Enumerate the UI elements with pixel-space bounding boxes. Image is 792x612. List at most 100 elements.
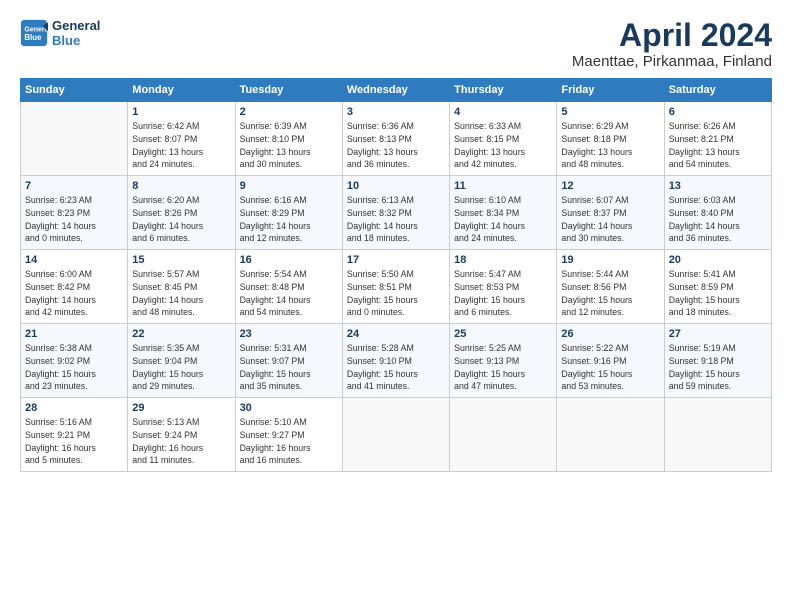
cell-date: 30 [240,402,338,414]
table-row: 26 Sunrise: 5:22 AM Sunset: 9:16 PM Dayli… [557,324,664,398]
table-row: 19 Sunrise: 5:44 AM Sunset: 8:56 PM Dayli… [557,250,664,324]
title-block: April 2024 Maenttae, Pirkanmaa, Finland [572,18,772,70]
cell-info: Sunrise: 6:42 AM Sunset: 8:07 PM Dayligh… [132,120,230,171]
table-row: 11 Sunrise: 6:10 AM Sunset: 8:34 PM Dayli… [450,176,557,250]
cell-date: 9 [240,180,338,192]
calendar-title: April 2024 [572,18,772,53]
cell-info: Sunrise: 5:57 AM Sunset: 8:45 PM Dayligh… [132,268,230,319]
page: General Blue General Blue April 2024 Mae… [0,0,792,612]
cell-date: 28 [25,402,123,414]
cell-date: 13 [669,180,767,192]
table-row: 5Sunrise: 6:29 AM Sunset: 8:18 PM Daylig… [557,102,664,176]
cell-info: Sunrise: 6:07 AM Sunset: 8:37 PM Dayligh… [561,194,659,245]
week-row-2: 7Sunrise: 6:23 AM Sunset: 8:23 PM Daylig… [21,176,772,250]
cell-info: Sunrise: 5:31 AM Sunset: 9:07 PM Dayligh… [240,342,338,393]
cell-info: Sunrise: 5:50 AM Sunset: 8:51 PM Dayligh… [347,268,445,319]
cell-date: 11 [454,180,552,192]
cell-date: 10 [347,180,445,192]
week-row-1: 1 Sunrise: 6:42 AM Sunset: 8:07 PM Daylig… [21,102,772,176]
table-row: 9 Sunrise: 6:16 AM Sunset: 8:29 PM Daylig… [235,176,342,250]
cell-date: 1 [132,106,230,118]
table-row [664,398,771,472]
cell-info: Sunrise: 5:44 AM Sunset: 8:56 PM Dayligh… [561,268,659,319]
table-row: 3 Sunrise: 6:36 AM Sunset: 8:13 PM Daylig… [342,102,449,176]
cell-info: Sunrise: 6:00 AM Sunset: 8:42 PM Dayligh… [25,268,123,319]
cell-info: Sunrise: 6:33 AM Sunset: 8:15 PM Dayligh… [454,120,552,171]
cell-info: Sunrise: 6:39 AM Sunset: 8:10 PM Dayligh… [240,120,338,171]
cell-date: 17 [347,254,445,266]
cell-date: 26 [561,328,659,340]
logo: General Blue General Blue [20,18,100,48]
table-row: 22Sunrise: 5:35 AM Sunset: 9:04 PM Dayli… [128,324,235,398]
table-row: 20 Sunrise: 5:41 AM Sunset: 8:59 PM Dayli… [664,250,771,324]
table-row [557,398,664,472]
cell-info: Sunrise: 6:29 AM Sunset: 8:18 PM Dayligh… [561,120,659,171]
cell-info: Sunrise: 5:16 AM Sunset: 9:21 PM Dayligh… [25,416,123,467]
table-row: 16 Sunrise: 5:54 AM Sunset: 8:48 PM Dayli… [235,250,342,324]
calendar-table: Sunday Monday Tuesday Wednesday Thursday… [20,78,772,472]
cell-date: 16 [240,254,338,266]
cell-date: 20 [669,254,767,266]
table-row: 1 Sunrise: 6:42 AM Sunset: 8:07 PM Daylig… [128,102,235,176]
cell-date: 6 [669,106,767,118]
table-row: 7Sunrise: 6:23 AM Sunset: 8:23 PM Daylig… [21,176,128,250]
cell-date: 24 [347,328,445,340]
cell-info: Sunrise: 5:38 AM Sunset: 9:02 PM Dayligh… [25,342,123,393]
cell-info: Sunrise: 5:13 AM Sunset: 9:24 PM Dayligh… [132,416,230,467]
table-row: 18Sunrise: 5:47 AM Sunset: 8:53 PM Dayli… [450,250,557,324]
header-thursday: Thursday [450,79,557,102]
cell-info: Sunrise: 5:54 AM Sunset: 8:48 PM Dayligh… [240,268,338,319]
cell-info: Sunrise: 6:26 AM Sunset: 8:21 PM Dayligh… [669,120,767,171]
table-row: 21 Sunrise: 5:38 AM Sunset: 9:02 PM Dayli… [21,324,128,398]
cell-info: Sunrise: 5:41 AM Sunset: 8:59 PM Dayligh… [669,268,767,319]
cell-date: 27 [669,328,767,340]
table-row [450,398,557,472]
table-row: 17 Sunrise: 5:50 AM Sunset: 8:51 PM Dayli… [342,250,449,324]
cell-date: 25 [454,328,552,340]
table-row: 30 Sunrise: 5:10 AM Sunset: 9:27 PM Dayli… [235,398,342,472]
table-row: 29 Sunrise: 5:13 AM Sunset: 9:24 PM Dayli… [128,398,235,472]
table-row: 24 Sunrise: 5:28 AM Sunset: 9:10 PM Dayli… [342,324,449,398]
cell-date: 23 [240,328,338,340]
cell-info: Sunrise: 5:47 AM Sunset: 8:53 PM Dayligh… [454,268,552,319]
cell-info: Sunrise: 6:36 AM Sunset: 8:13 PM Dayligh… [347,120,445,171]
table-row: 23 Sunrise: 5:31 AM Sunset: 9:07 PM Dayli… [235,324,342,398]
calendar-subtitle: Maenttae, Pirkanmaa, Finland [572,53,772,70]
cell-info: Sunrise: 5:25 AM Sunset: 9:13 PM Dayligh… [454,342,552,393]
cell-info: Sunrise: 6:23 AM Sunset: 8:23 PM Dayligh… [25,194,123,245]
table-row: 27 Sunrise: 5:19 AM Sunset: 9:18 PM Dayli… [664,324,771,398]
cell-info: Sunrise: 6:16 AM Sunset: 8:29 PM Dayligh… [240,194,338,245]
table-row: 28 Sunrise: 5:16 AM Sunset: 9:21 PM Dayli… [21,398,128,472]
header-monday: Monday [128,79,235,102]
cell-date: 29 [132,402,230,414]
logo-text: General Blue [52,18,100,48]
cell-date: 4 [454,106,552,118]
header-wednesday: Wednesday [342,79,449,102]
cell-info: Sunrise: 6:03 AM Sunset: 8:40 PM Dayligh… [669,194,767,245]
header-friday: Friday [557,79,664,102]
cell-info: Sunrise: 6:10 AM Sunset: 8:34 PM Dayligh… [454,194,552,245]
cell-info: Sunrise: 5:35 AM Sunset: 9:04 PM Dayligh… [132,342,230,393]
table-row: 12Sunrise: 6:07 AM Sunset: 8:37 PM Dayli… [557,176,664,250]
cell-info: Sunrise: 6:20 AM Sunset: 8:26 PM Dayligh… [132,194,230,245]
cell-info: Sunrise: 5:28 AM Sunset: 9:10 PM Dayligh… [347,342,445,393]
cell-info: Sunrise: 5:19 AM Sunset: 9:18 PM Dayligh… [669,342,767,393]
cell-date: 21 [25,328,123,340]
table-row: 13 Sunrise: 6:03 AM Sunset: 8:40 PM Dayli… [664,176,771,250]
cell-date: 3 [347,106,445,118]
cell-info: Sunrise: 5:10 AM Sunset: 9:27 PM Dayligh… [240,416,338,467]
cell-info: Sunrise: 5:22 AM Sunset: 9:16 PM Dayligh… [561,342,659,393]
svg-text:Blue: Blue [24,33,42,42]
table-row: 10 Sunrise: 6:13 AM Sunset: 8:32 PM Dayli… [342,176,449,250]
header-tuesday: Tuesday [235,79,342,102]
table-row: 15 Sunrise: 5:57 AM Sunset: 8:45 PM Dayli… [128,250,235,324]
cell-date: 19 [561,254,659,266]
table-row: 25 Sunrise: 5:25 AM Sunset: 9:13 PM Dayli… [450,324,557,398]
cell-date: 2 [240,106,338,118]
cell-date: 14 [25,254,123,266]
table-row [342,398,449,472]
cell-info: Sunrise: 6:13 AM Sunset: 8:32 PM Dayligh… [347,194,445,245]
cell-date: 15 [132,254,230,266]
table-row: 6 Sunrise: 6:26 AM Sunset: 8:21 PM Daylig… [664,102,771,176]
week-row-5: 28 Sunrise: 5:16 AM Sunset: 9:21 PM Dayli… [21,398,772,472]
